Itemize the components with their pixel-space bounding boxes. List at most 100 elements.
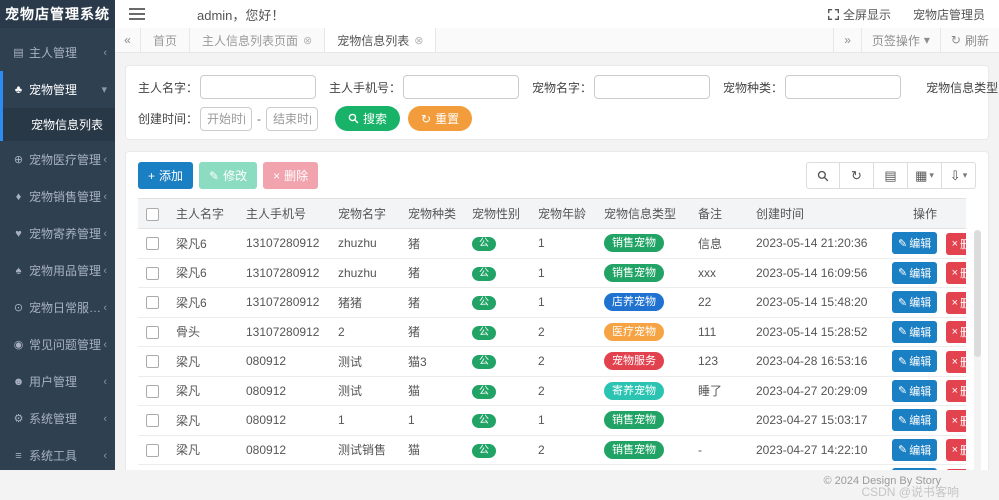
- row-checkbox[interactable]: [146, 296, 159, 310]
- sidebar-item[interactable]: ◉ 常见问题管理 ‹: [0, 326, 115, 363]
- sidebar-item[interactable]: ≡ 系统工具 ‹: [0, 437, 115, 470]
- tab[interactable]: 主人信息列表页面 ⊗: [190, 28, 326, 52]
- column-header[interactable]: 备注: [690, 198, 748, 229]
- row-checkbox[interactable]: [146, 414, 159, 428]
- table-search-button[interactable]: [806, 162, 840, 189]
- row-checkbox[interactable]: [146, 443, 159, 457]
- row-checkbox[interactable]: [146, 355, 159, 369]
- column-header[interactable]: 宠物种类: [400, 198, 464, 229]
- search-field-input[interactable]: [785, 75, 902, 99]
- column-header[interactable]: 宠物信息类型: [596, 198, 690, 229]
- sidebar-item[interactable]: ⊙ 宠物日常服务管理 ‹: [0, 289, 115, 326]
- sidebar-item[interactable]: ⚙ 系统管理 ‹: [0, 400, 115, 437]
- delete-button[interactable]: × 删除: [263, 162, 319, 189]
- tab[interactable]: 宠物信息列表 ⊗: [325, 28, 437, 52]
- table-row: 骨头 13107280912 2 猪 公 2 医疗宠物 111 2023-05-…: [138, 317, 966, 347]
- sidebar-item[interactable]: ⊕ 宠物医疗管理 ‹: [0, 141, 115, 178]
- age-cell: 2: [530, 317, 596, 347]
- columns-button[interactable]: ▦ ▾: [908, 162, 942, 189]
- tabs-scroll-left-icon[interactable]: «: [115, 28, 141, 52]
- tab[interactable]: 首页 ⊗: [141, 28, 191, 52]
- sidebar-item[interactable]: ▤ 主人管理 ‹: [0, 34, 115, 71]
- pet-name-cell: 2: [330, 317, 400, 347]
- select-all-checkbox[interactable]: [146, 207, 159, 221]
- row-edit-button[interactable]: ✎编辑: [892, 379, 938, 402]
- close-icon: ×: [951, 414, 958, 427]
- type-badge: 医疗宠物: [604, 322, 664, 341]
- pet-name-cell: zhuzhu: [330, 258, 400, 288]
- edit-button[interactable]: ✎ 修改: [199, 162, 258, 189]
- search-row-1: 主人名字： 主人手机号： 宠物名字： 宠物种类： 宠物信息类型: [138, 75, 999, 99]
- tab-operations-dropdown[interactable]: 页签操作 ▾: [860, 28, 940, 52]
- row-edit-button[interactable]: ✎编辑: [892, 438, 938, 461]
- date-start-input[interactable]: [200, 106, 253, 131]
- gender-cell: 公: [464, 228, 530, 259]
- age-cell: 2: [530, 376, 596, 406]
- column-header[interactable]: 宠物年龄: [530, 198, 596, 229]
- phone-cell: 080912: [238, 376, 330, 406]
- search-field-input[interactable]: [200, 75, 317, 99]
- row-edit-button[interactable]: ✎编辑: [892, 291, 938, 313]
- row-delete-button[interactable]: ×删除: [945, 291, 966, 314]
- fullscreen-button[interactable]: 全屏显示: [827, 6, 891, 23]
- type-badge: 销售宠物: [604, 411, 664, 430]
- scrollbar-thumb[interactable]: [974, 230, 981, 358]
- search-button[interactable]: 搜索: [335, 106, 401, 131]
- phone-cell: 13107280912: [238, 228, 330, 259]
- row-edit-button[interactable]: ✎编辑: [892, 350, 938, 372]
- row-delete-button[interactable]: ×删除: [945, 262, 966, 284]
- watermark-text: CSDN @说书客响: [861, 485, 959, 499]
- export-button[interactable]: ⇩ ▾: [942, 162, 976, 189]
- sidebar-item[interactable]: ☻ 用户管理 ‹: [0, 363, 115, 400]
- column-header[interactable]: 创建时间: [748, 198, 884, 229]
- sidebar-item[interactable]: ♦ 宠物销售管理 ‹: [0, 178, 115, 215]
- sidebar-item[interactable]: ♥ 宠物寄养管理 ‹: [0, 215, 115, 252]
- created-cell: 2023-04-27 14:22:10: [748, 435, 884, 465]
- column-header[interactable]: 宠物性别: [464, 198, 530, 229]
- row-edit-button[interactable]: ✎编辑: [892, 261, 938, 284]
- table-scrollbar[interactable]: [974, 230, 981, 470]
- tab-label: 首页: [153, 33, 178, 48]
- tabs: 首页 ⊗ 主人信息列表页面 ⊗ 宠物信息列表 ⊗: [141, 28, 437, 52]
- date-end-input[interactable]: [266, 106, 319, 131]
- row-delete-button[interactable]: ×删除: [945, 350, 966, 373]
- close-tab-icon[interactable]: ⊗: [414, 34, 423, 47]
- faq-icon: ◉: [13, 339, 24, 351]
- row-edit-button[interactable]: ✎编辑: [892, 409, 938, 431]
- row-edit-button[interactable]: ✎编辑: [892, 232, 938, 254]
- chevron-down-icon: ▾: [962, 170, 968, 180]
- row-delete-button[interactable]: ×删除: [945, 321, 966, 343]
- reset-button[interactable]: ↻ 重置: [408, 106, 473, 131]
- owner-cell: 梁凡6: [168, 258, 238, 288]
- chevron-icon: ‹: [103, 449, 107, 462]
- row-delete-button[interactable]: ×删除: [945, 439, 966, 461]
- search-field-input[interactable]: [403, 75, 520, 99]
- sidebar-item[interactable]: ♠ 宠物用品管理 ‹: [0, 252, 115, 289]
- search-field-input[interactable]: [594, 75, 711, 99]
- hamburger-menu-icon[interactable]: [129, 8, 145, 20]
- tabs-scroll-right-icon[interactable]: »: [833, 28, 861, 52]
- role-menu[interactable]: 宠物店管理员: [913, 6, 985, 23]
- column-header[interactable]: 主人手机号: [238, 198, 330, 229]
- column-header[interactable]: 主人名字: [168, 198, 238, 229]
- toggle-view-button[interactable]: ▤: [874, 162, 908, 189]
- sidebar-item[interactable]: 宠物信息列表: [0, 108, 115, 141]
- sidebar-item[interactable]: ♣ 宠物管理 ▾: [0, 71, 115, 108]
- column-header[interactable]: 宠物名字: [330, 198, 400, 229]
- row-checkbox[interactable]: [146, 325, 159, 339]
- row-delete-button[interactable]: ×删除: [945, 232, 966, 255]
- row-checkbox[interactable]: [146, 266, 159, 280]
- close-tab-icon[interactable]: ⊗: [303, 34, 312, 47]
- table-refresh-button[interactable]: ↻: [840, 162, 874, 189]
- add-button[interactable]: + 添加: [138, 162, 194, 189]
- search-field: 宠物种类：: [723, 75, 902, 99]
- footer: © 2024 Design By Story CSDN @说书客响: [0, 470, 999, 500]
- row-checkbox-cell: [138, 376, 168, 406]
- row-checkbox[interactable]: [146, 237, 159, 251]
- row-delete-button[interactable]: ×删除: [945, 380, 966, 402]
- row-delete-button[interactable]: ×删除: [945, 409, 966, 432]
- refresh-tab-button[interactable]: ↻ 刷新: [939, 28, 999, 52]
- row-edit-button[interactable]: ✎编辑: [892, 320, 938, 343]
- column-header: 操作: [884, 198, 966, 229]
- row-checkbox[interactable]: [146, 384, 159, 398]
